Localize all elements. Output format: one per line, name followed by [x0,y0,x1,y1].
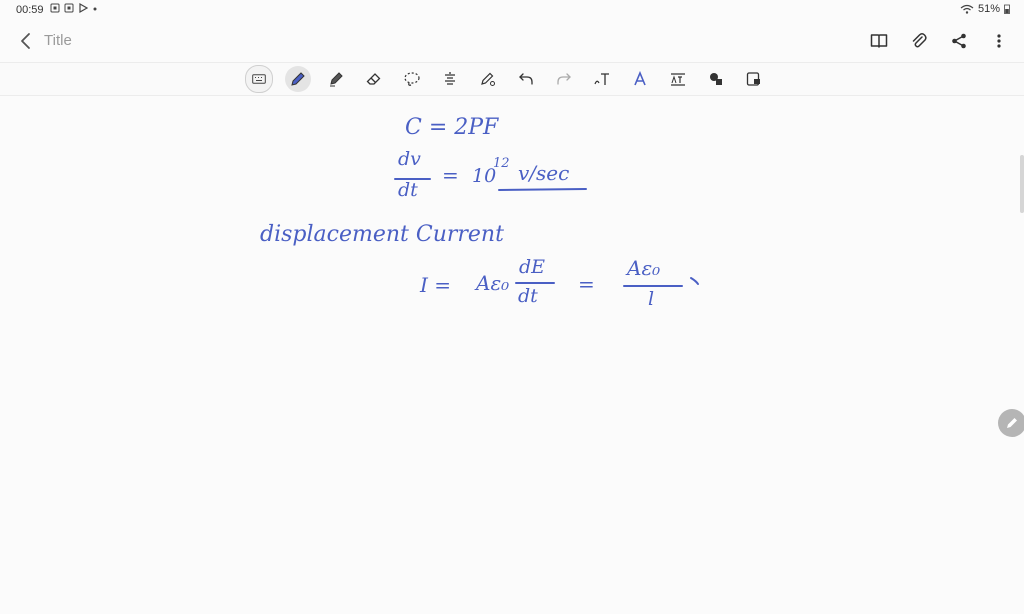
paperclip-icon [912,33,927,48]
chevron-left-icon [21,33,30,49]
app-bar-actions [868,30,1010,52]
note-canvas[interactable]: C = 2PF dv dt = 10 12 v/sec displacement… [0,95,1024,614]
fraction-numerator-area-permittivity: Aε₀ [627,256,661,280]
battery-level: 51% [977,3,1000,15]
undo-button[interactable] [513,66,539,92]
text-lines-icon [445,72,455,85]
image-tool[interactable] [741,66,767,92]
highlighter-tool[interactable] [323,66,349,92]
lasso-tool[interactable] [399,66,425,92]
highlighter-icon [330,72,343,87]
app-bar: Title [0,22,1024,60]
wifi-icon [960,4,974,14]
pen-icon [291,72,305,86]
more-vertical-icon [997,34,1001,48]
status-time: 00:59 [16,4,44,16]
rate-unit: v/sec [518,161,570,185]
status-right: 51% [960,3,1010,15]
pen-settings-icon [481,72,495,86]
text-box-tool[interactable] [665,66,691,92]
toolbar-tools [245,65,767,93]
scrollbar-handle[interactable] [1020,155,1024,213]
more-options-button[interactable] [988,30,1010,52]
play-store-icon [79,3,88,13]
capacitance-line: C = 2PF [405,115,499,140]
fraction-denominator-l: l [648,288,655,310]
text-style-icon [634,71,646,86]
status-icons [50,3,98,13]
screenshot-icon [50,3,60,13]
trailing-stroke [690,277,699,285]
handwriting-text-icon [594,73,609,85]
edit-fab-button[interactable] [998,409,1024,437]
equals-sign-2: = [578,272,595,296]
image-lock-icon [746,72,760,86]
note-title[interactable]: Title [44,32,72,49]
status-bar: 00:59 51% [0,0,1024,20]
fraction-numerator-dE: dE [519,256,546,278]
screenshot-icon [64,3,74,13]
pencil-icon [1007,418,1017,428]
fraction-denominator-dt: dt [398,179,418,201]
equals-sign: = [442,163,459,187]
battery-icon [1004,4,1010,14]
pen-settings-tool[interactable] [475,66,501,92]
current-symbol: I = [420,273,452,297]
fraction-numerator-dv: dv [398,148,421,170]
share-icon [952,33,966,49]
text-align-tool[interactable] [437,66,463,92]
area-permittivity: Aε₀ [476,271,510,295]
text-box-icon [671,73,685,86]
eraser-tool[interactable] [361,66,387,92]
attach-button[interactable] [908,30,930,52]
redo-icon [557,73,571,85]
keyboard-tool[interactable] [245,65,273,93]
eraser-icon [366,73,381,85]
keyboard-icon [252,74,266,84]
text-style-tool[interactable] [627,66,653,92]
shapes-icon [710,73,722,85]
rate-exponent: 12 [493,156,510,171]
notification-dot-icon [93,7,97,11]
book-icon [870,34,888,48]
fraction-denominator-dt2: dt [518,285,538,307]
undo-icon [519,73,533,85]
redo-button[interactable] [551,66,577,92]
shapes-tool[interactable] [703,66,729,92]
handwriting-to-text-tool[interactable] [589,66,615,92]
pen-tool[interactable] [285,66,311,92]
book-view-button[interactable] [868,30,890,52]
back-button[interactable] [14,30,36,52]
lasso-icon [404,72,420,86]
toolbar [0,62,1024,96]
share-button[interactable] [948,30,970,52]
displacement-current-label: displacement Current [260,222,504,247]
unit-underline [498,188,587,191]
